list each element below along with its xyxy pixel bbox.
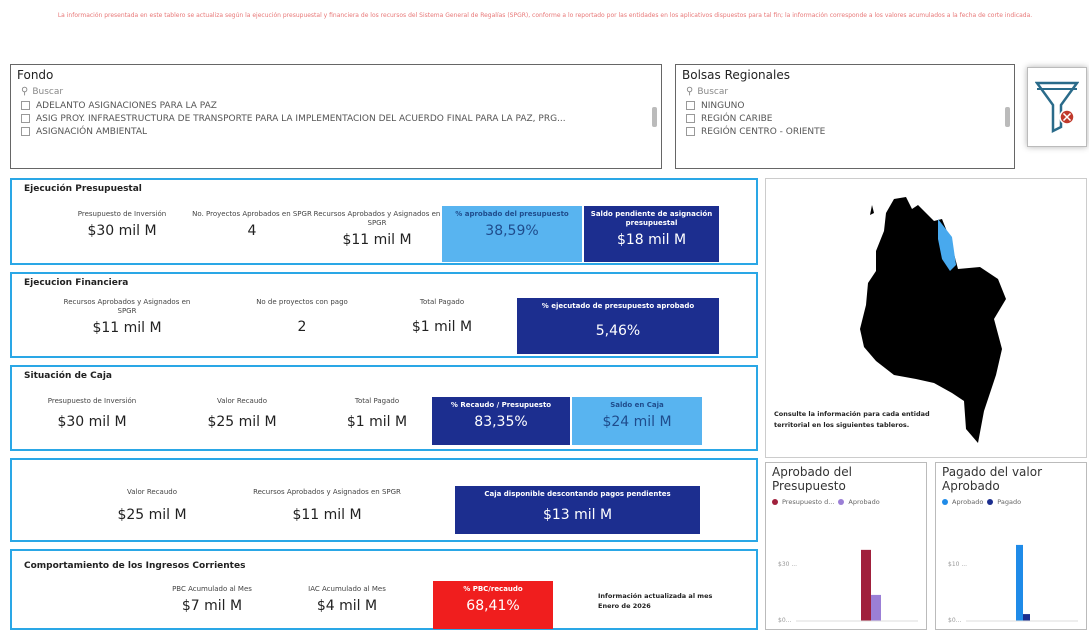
panel-title: Ejecucion Financiera (24, 278, 129, 288)
fondo-item[interactable]: ASIG PROY. INFRAESTRUCTURA DE TRANSPORTE… (11, 112, 661, 125)
bar-aprobado[interactable] (871, 594, 881, 621)
panel-title: Situación de Caja (24, 371, 113, 381)
checkbox[interactable] (21, 101, 30, 110)
kpi-valor-recaudo: Valor Recaudo $25 mil M (117, 488, 187, 523)
kpi-proyectos-con-pago: No de proyectos con pago 2 (256, 298, 348, 335)
bolsas-slicer: Bolsas Regionales ⚲ Buscar NINGUNO REGIÓ… (675, 64, 1015, 169)
ejecucion-presupuestal-panel: Ejecución Presupuestal Presupuesto de In… (10, 178, 758, 265)
fondo-search-input[interactable]: ⚲ Buscar (11, 84, 661, 99)
chart-plot (966, 544, 1078, 622)
chart-plot (796, 549, 918, 622)
bolsas-item[interactable]: REGIÓN CARIBE (676, 112, 1014, 125)
caja-disponible-panel: Valor Recaudo $25 mil M Recursos Aprobad… (10, 458, 758, 542)
kpi-recursos-aprobados: Recursos Aprobados y Asignados en SPGR $… (253, 488, 401, 523)
fondo-scrollbar[interactable] (652, 107, 657, 127)
bar-presupuesto-d-[interactable] (861, 549, 871, 621)
checkbox[interactable] (686, 114, 695, 123)
kpi-iac-acumulado: IAC Acumulado al Mes $4 mil M (308, 585, 386, 614)
bolsas-item[interactable]: REGIÓN CENTRO - ORIENTE (676, 125, 1014, 138)
card-recaudo-presupuesto: % Recaudo / Presupuesto 83,35% (432, 397, 570, 445)
ingresos-corrientes-panel: Comportamiento de los Ingresos Corriente… (10, 549, 758, 630)
search-icon: ⚲ (21, 86, 29, 97)
bolsas-scrollbar[interactable] (1005, 107, 1010, 127)
bar-pagado[interactable] (1023, 614, 1030, 621)
situacion-caja-panel: Situación de Caja Presupuesto de Inversi… (10, 365, 758, 451)
checkbox[interactable] (686, 127, 695, 136)
checkbox[interactable] (21, 114, 30, 123)
card-caja-disponible: Caja disponible descontando pagos pendie… (455, 486, 700, 534)
card-saldo-pendiente: Saldo pendiente de asignación presupuest… (584, 206, 719, 262)
kpi-presupuesto-inversion: Presupuesto de Inversión $30 mil M (47, 397, 137, 430)
panel-title: Ejecución Presupuestal (24, 184, 142, 194)
kpi-total-pagado: Total Pagado $1 mil M (411, 298, 473, 335)
fondo-slicer: Fondo ⚲ Buscar ADELANTO ASIGNACIONES PAR… (10, 64, 662, 169)
kpi-valor-recaudo: Valor Recaudo $25 mil M (207, 397, 277, 430)
kpi-recursos-aprobados: Recursos Aprobados y Asignados en SPGR $… (313, 210, 441, 248)
ejecucion-financiera-panel: Ejecucion Financiera Recursos Aprobados … (10, 272, 758, 358)
filter-clear-icon (1035, 81, 1079, 134)
bolsas-item[interactable]: NINGUNO (676, 99, 1014, 112)
map-note: Consulte la información para cada entida… (774, 410, 930, 429)
fondo-item[interactable]: ASIGNACIÓN AMBIENTAL (11, 125, 661, 138)
kpi-recursos-aprobados: Recursos Aprobados y Asignados en SPGR $… (63, 298, 191, 336)
fondo-item[interactable]: ADELANTO ASIGNACIONES PARA LA PAZ (11, 99, 661, 112)
update-note: Información actualizada al mes Enero de … (598, 592, 713, 610)
kpi-presupuesto-inversion: Presupuesto de Inversión $30 mil M (77, 210, 167, 239)
bolsas-slicer-title: Bolsas Regionales (682, 68, 790, 82)
card-porcentaje-aprobado: % aprobado del presupuesto 38,59% (442, 206, 582, 262)
disclaimer-text: La información presentada en este tabler… (57, 12, 1033, 19)
bolsas-search-input[interactable]: ⚲ Buscar (676, 84, 1014, 99)
bar-aprobado[interactable] (1016, 544, 1023, 621)
aprobado-presupuesto-chart: Aprobado del Presupuesto Presupuesto d..… (765, 462, 927, 630)
pagado-valor-aprobado-chart: Pagado del valor Aprobado Aprobado Pagad… (935, 462, 1087, 630)
kpi-total-pagado: Total Pagado $1 mil M (346, 397, 408, 430)
colombia-map[interactable]: Consulte la información para cada entida… (765, 178, 1087, 458)
card-porcentaje-ejecutado: % ejecutado de presupuesto aprobado 5,46… (517, 298, 719, 354)
card-saldo-caja: Saldo en Caja $24 mil M (572, 397, 702, 445)
kpi-proyectos-aprobados: No. Proyectos Aprobados en SPGR 4 (192, 210, 312, 239)
card-pbc-recaudo: % PBC/recaudo 68,41% (433, 581, 553, 629)
clear-filters-button[interactable] (1027, 67, 1087, 147)
search-icon: ⚲ (686, 86, 694, 97)
checkbox[interactable] (686, 101, 695, 110)
kpi-pbc-acumulado: PBC Acumulado al Mes $7 mil M (172, 585, 252, 614)
panel-title: Comportamiento de los Ingresos Corriente… (24, 561, 246, 571)
checkbox[interactable] (21, 127, 30, 136)
fondo-slicer-title: Fondo (17, 68, 54, 82)
